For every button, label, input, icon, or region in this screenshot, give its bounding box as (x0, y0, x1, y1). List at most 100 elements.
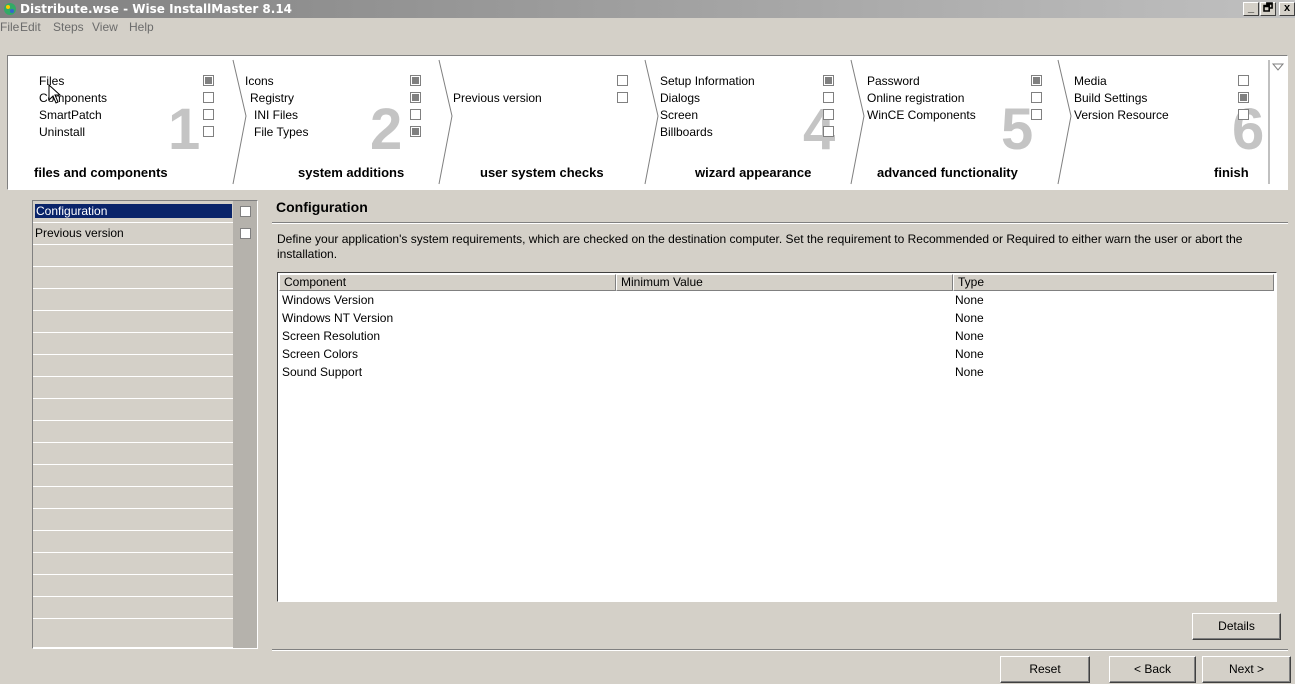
page-list-empty-row (33, 443, 257, 465)
step-system-additions[interactable]: 2 Icons Registry INI Files File Types sy… (233, 56, 439, 189)
page-list-empty-row (33, 619, 257, 648)
table-row[interactable]: Windows Version None (278, 292, 1274, 310)
row-stripe (233, 575, 257, 597)
column-header-type[interactable]: Type (953, 274, 1274, 291)
step-number: 5 (1001, 97, 1034, 162)
step-item-uninstall[interactable]: Uninstall (39, 125, 85, 139)
menu-view[interactable]: View (92, 20, 118, 34)
step-wizard-appearance[interactable]: 4 Setup Information Dialogs Screen Billb… (645, 56, 851, 189)
step-item-build-settings[interactable]: Build Settings (1074, 91, 1147, 105)
table-row[interactable]: Windows NT Version None (278, 310, 1274, 328)
reset-button[interactable]: Reset (1000, 656, 1090, 683)
row-stripe (233, 619, 257, 648)
step-number: 1 (168, 97, 201, 162)
page-list-empty-row (33, 597, 257, 619)
step-finish[interactable]: 6 Media Build Settings Version Resource … (1058, 56, 1269, 189)
row-stripe (233, 333, 257, 355)
page-list-checkbox[interactable] (240, 228, 251, 239)
page-list-item-configuration[interactable]: Configuration (33, 201, 257, 223)
row-stripe (233, 289, 257, 311)
table-row[interactable]: Screen Colors None (278, 346, 1274, 364)
page-list-empty-row (33, 487, 257, 509)
back-button[interactable]: < Back (1109, 656, 1196, 683)
column-header-minimum-value[interactable]: Minimum Value (616, 274, 953, 291)
row-stripe (233, 421, 257, 443)
step-item-checkbox (823, 92, 834, 103)
step-item-previous-version[interactable]: Previous version (453, 91, 542, 105)
step-number: 2 (370, 97, 403, 162)
step-item-registry[interactable]: Registry (250, 91, 294, 105)
step-title: advanced functionality (877, 165, 1018, 180)
table-row[interactable]: Sound Support None (278, 364, 1274, 382)
minimize-button[interactable]: _ (1243, 2, 1259, 16)
page-list-checkbox[interactable] (240, 206, 251, 217)
step-item-checkbox (203, 126, 214, 137)
page-title: Configuration (276, 199, 368, 215)
cell-component: Sound Support (282, 365, 363, 379)
page-list-empty-row (33, 333, 257, 355)
step-item-billboards[interactable]: Billboards (660, 125, 713, 139)
maximize-button[interactable]: 🗗 (1260, 2, 1276, 16)
step-item-smartpatch[interactable]: SmartPatch (39, 108, 102, 122)
cell-component: Screen Colors (282, 347, 359, 361)
menu-bar: File Edit Steps View Help (0, 19, 1295, 36)
menu-help[interactable]: Help (129, 20, 154, 34)
page-list-item-previous-version[interactable]: Previous version (33, 223, 257, 245)
row-stripe (233, 487, 257, 509)
cell-type: None (955, 365, 984, 379)
cell-type: None (955, 347, 984, 361)
step-item-checkbox (203, 109, 214, 120)
step-item-checkbox (1238, 75, 1249, 86)
step-item-dialogs[interactable]: Dialogs (660, 91, 700, 105)
step-item-media[interactable]: Media (1074, 74, 1107, 88)
cell-type: None (955, 293, 984, 307)
step-item-file-types[interactable]: File Types (254, 125, 308, 139)
window-title: Distribute.wse - Wise InstallMaster 8.14 (20, 2, 293, 16)
mouse-cursor-icon (48, 84, 62, 104)
step-title: wizard appearance (695, 165, 812, 180)
page-list-empty-row (33, 465, 257, 487)
step-item-configuration[interactable]: Configuration (453, 74, 524, 88)
step-item-checkbox (410, 126, 421, 137)
step-item-checkbox (1238, 109, 1249, 120)
details-button[interactable]: Details (1192, 613, 1281, 640)
page-list-empty-row (33, 377, 257, 399)
step-user-system-checks[interactable]: 3 Configuration Previous version user sy… (439, 56, 645, 189)
step-number: 6 (1232, 97, 1265, 162)
step-item-version-resource[interactable]: Version Resource (1074, 108, 1169, 122)
step-item-checkbox (823, 75, 834, 86)
step-title: system additions (298, 165, 405, 180)
step-item-wince-components[interactable]: WinCE Components (867, 108, 976, 122)
step-files-and-components[interactable]: 1 Files Components SmartPatch Uninstall … (8, 56, 233, 189)
row-stripe (233, 355, 257, 377)
step-item-icons[interactable]: Icons (245, 74, 274, 88)
step-title: files and components (34, 165, 168, 180)
step-item-checkbox (1238, 92, 1249, 103)
wise-app-icon[interactable] (2, 1, 18, 17)
step-item-setup-information[interactable]: Setup Information (660, 74, 755, 88)
step-advanced-functionality[interactable]: 5 Password Online registration WinCE Com… (851, 56, 1058, 189)
page-list-empty-row (33, 553, 257, 575)
page-list-empty-row (33, 267, 257, 289)
menu-edit[interactable]: Edit (20, 20, 41, 34)
menu-steps[interactable]: Steps (53, 20, 84, 34)
next-button[interactable]: Next > (1202, 656, 1291, 683)
page-list-label: Previous version (35, 226, 124, 240)
menu-file[interactable]: File (0, 20, 19, 34)
close-button[interactable]: x (1279, 2, 1295, 16)
step-item-online-registration[interactable]: Online registration (867, 91, 964, 105)
step-item-checkbox (410, 109, 421, 120)
step-item-password[interactable]: Password (867, 74, 920, 88)
table-row[interactable]: Screen Resolution None (278, 328, 1274, 346)
step-title: finish (1214, 165, 1249, 180)
page-list-empty-row (33, 575, 257, 597)
step-item-checkbox (1031, 75, 1042, 86)
step-item-screen[interactable]: Screen (660, 108, 698, 122)
page-list-empty-row (33, 245, 257, 267)
column-header-component[interactable]: Component (279, 274, 616, 291)
step-item-checkbox (617, 75, 628, 86)
step-item-ini-files[interactable]: INI Files (254, 108, 298, 122)
step-title: user system checks (480, 165, 604, 180)
wizard-steps-panel: 1 Files Components SmartPatch Uninstall … (7, 55, 1288, 190)
page-list-empty-row (33, 399, 257, 421)
